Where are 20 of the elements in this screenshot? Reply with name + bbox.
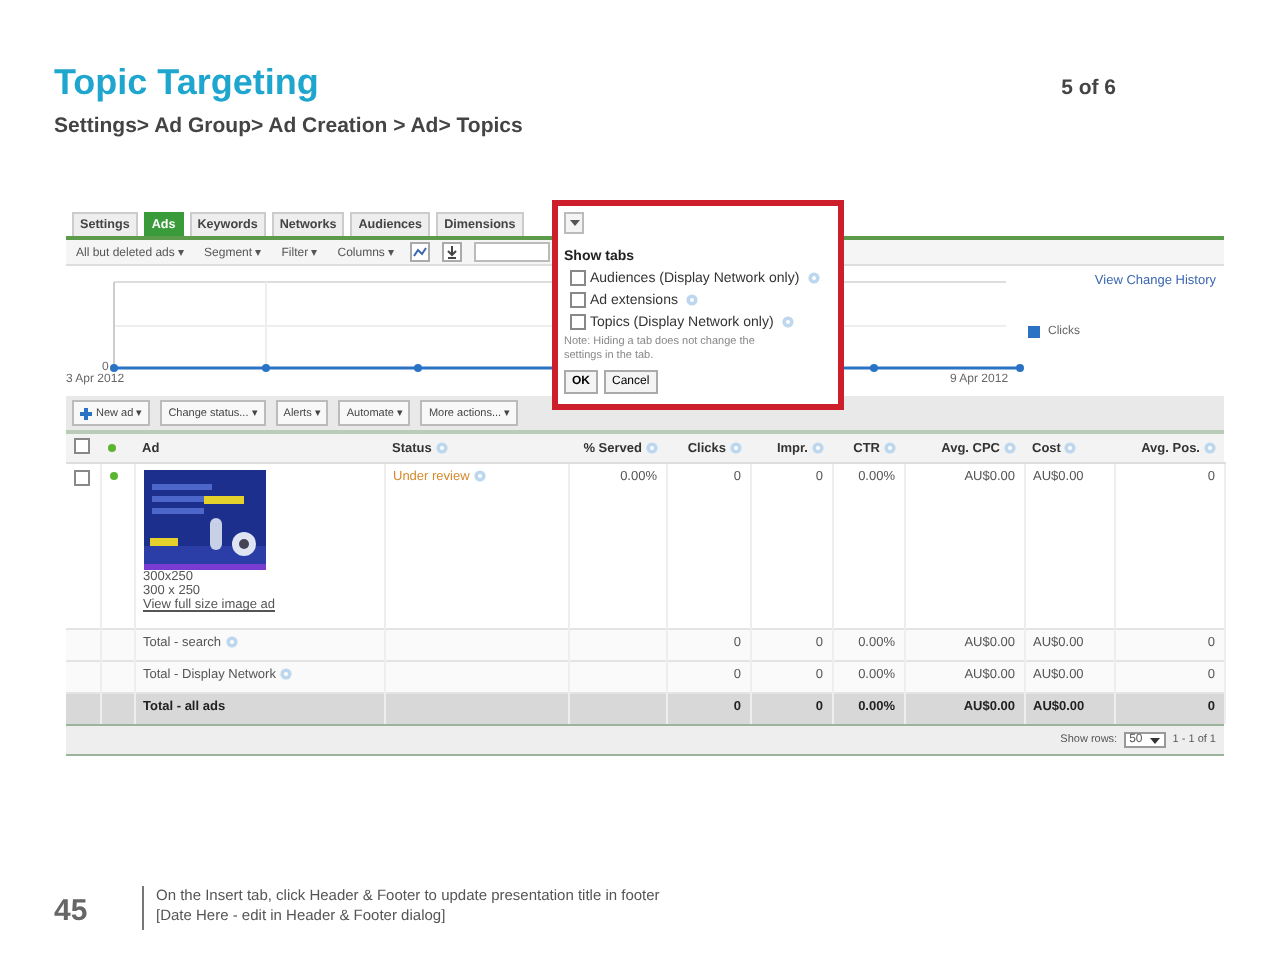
- checkbox[interactable]: [74, 438, 90, 454]
- help-icon: [807, 272, 820, 284]
- checkbox[interactable]: [570, 292, 586, 308]
- slide-title: Topic Targeting: [54, 62, 321, 104]
- dropdown-button[interactable]: [564, 212, 584, 234]
- download-icon[interactable]: [442, 242, 463, 262]
- chart-icon[interactable]: [410, 242, 431, 262]
- breadcrumb: Settings> Ad Group> Ad Creation > Ad> Topics: [54, 114, 523, 138]
- caret-icon: [569, 220, 579, 226]
- help-icon: [685, 294, 698, 306]
- slide-number: 45: [54, 894, 90, 928]
- checkbox[interactable]: [74, 470, 90, 486]
- legend-swatch: [1028, 326, 1040, 338]
- search-field[interactable]: [474, 242, 551, 262]
- checkbox[interactable]: [570, 270, 586, 286]
- checkbox[interactable]: [570, 314, 586, 330]
- plus-icon: [80, 407, 92, 419]
- page-counter: 5 of 6: [1061, 76, 1116, 100]
- caret-icon: [1150, 737, 1161, 743]
- help-icon: [781, 316, 794, 328]
